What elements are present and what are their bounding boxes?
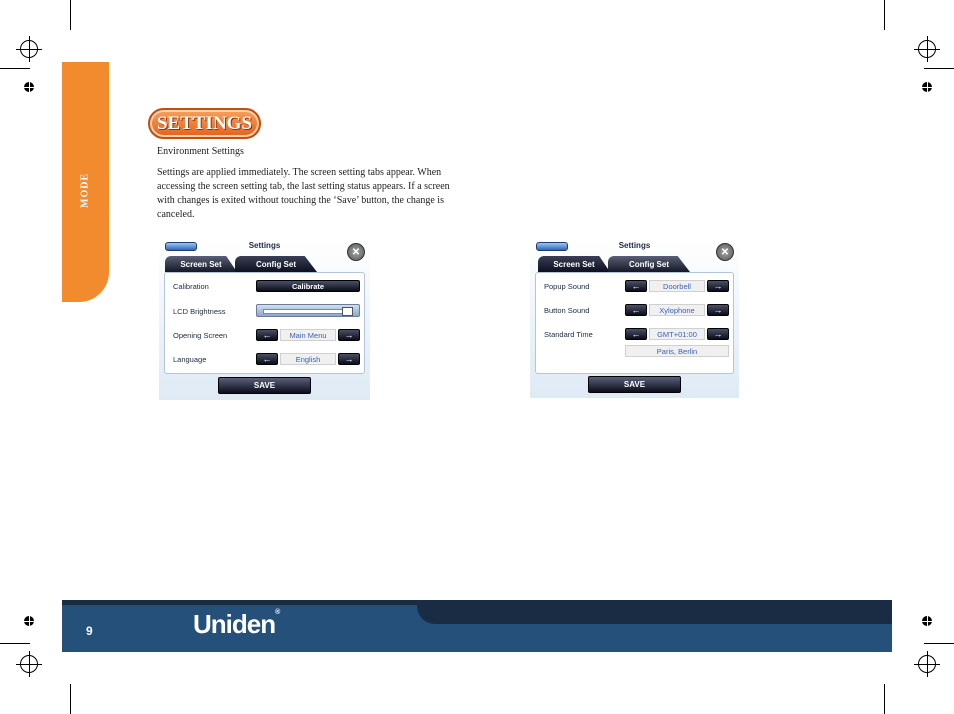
crop-mark <box>0 643 30 644</box>
footer-bar: 9 Uniden® <box>62 600 892 652</box>
crop-mark <box>0 68 30 69</box>
close-icon[interactable]: ✕ <box>347 243 365 261</box>
body-line: canceled. <box>157 209 195 220</box>
page-number: 9 <box>86 624 93 638</box>
uniden-logo: Uniden® <box>193 609 280 640</box>
registration-mark-icon <box>914 651 940 677</box>
arrow-right-icon[interactable]: → <box>338 353 360 365</box>
screen-title: Settings <box>248 241 281 250</box>
save-button[interactable]: SAVE <box>218 377 311 394</box>
crop-mark <box>924 643 954 644</box>
popup-sound-value: Doorbell <box>649 280 705 292</box>
registration-dot-icon <box>922 616 932 626</box>
arrow-left-icon[interactable]: ← <box>256 329 278 341</box>
opening-screen-label: Opening Screen <box>173 331 228 340</box>
trademark-symbol: ® <box>275 609 281 616</box>
tab-config-set[interactable]: Config Set <box>608 256 690 272</box>
crop-mark <box>924 68 954 69</box>
arrow-left-icon[interactable]: ← <box>625 304 647 316</box>
button-sound-label: Button Sound <box>544 306 590 315</box>
calibration-label: Calibration <box>173 282 209 291</box>
footer-accent <box>62 600 422 605</box>
body-line: with changes is exited without touching … <box>157 195 444 206</box>
slider-knob[interactable] <box>342 307 353 316</box>
screen-topbar: Settings <box>530 240 739 254</box>
screen-title: Settings <box>618 241 651 250</box>
arrow-right-icon[interactable]: → <box>707 328 729 340</box>
subheading: Environment Settings <box>157 146 244 157</box>
slider-track <box>263 309 345 314</box>
arrow-right-icon[interactable]: → <box>707 304 729 316</box>
registration-dot-icon <box>24 82 34 92</box>
registration-dot-icon <box>24 616 34 626</box>
popup-sound-label: Popup Sound <box>544 282 590 291</box>
lcd-brightness-label: LCD Brightness <box>173 307 226 316</box>
calibrate-button[interactable]: Calibrate <box>256 280 360 292</box>
tab-config-set[interactable]: Config Set <box>235 256 317 272</box>
button-sound-value: Xylophone <box>649 304 705 316</box>
crop-mark <box>70 684 71 714</box>
footer-accent <box>417 600 892 624</box>
crop-mark <box>70 0 71 30</box>
logo-text: Uniden <box>193 609 276 639</box>
close-icon[interactable]: ✕ <box>716 243 734 261</box>
arrow-right-icon[interactable]: → <box>707 280 729 292</box>
body-line: accessing the screen setting tab, the la… <box>157 181 450 192</box>
body-text: Settings are applied immediately. The sc… <box>157 166 477 222</box>
crop-mark <box>884 684 885 714</box>
registration-mark-icon <box>16 651 42 677</box>
side-tab-label: MODE <box>79 172 91 208</box>
registration-mark-icon <box>16 36 42 62</box>
standard-time-label: Standard Time <box>544 330 593 339</box>
registration-mark-icon <box>914 36 940 62</box>
config-set-screenshot: Settings ✕ Screen Set Config Set Popup S… <box>530 240 739 398</box>
brightness-slider[interactable] <box>256 304 360 317</box>
tab-screen-set[interactable]: Screen Set <box>165 256 237 272</box>
arrow-left-icon[interactable]: ← <box>256 353 278 365</box>
section-title-badge: SETTINGS <box>148 108 261 139</box>
language-label: Language <box>173 355 207 364</box>
arrow-left-icon[interactable]: ← <box>625 328 647 340</box>
tab-screen-set[interactable]: Screen Set <box>538 256 610 272</box>
crop-mark <box>884 0 885 30</box>
settings-panel: Popup Sound ← Doorbell → Button Sound ← … <box>535 272 734 374</box>
settings-panel: Calibration Calibrate LCD Brightness Ope… <box>164 272 365 374</box>
save-button[interactable]: SAVE <box>588 376 681 393</box>
opening-screen-value: Main Menu <box>280 329 336 341</box>
time-zone-city: Paris, Berlin <box>625 345 729 357</box>
arrow-right-icon[interactable]: → <box>338 329 360 341</box>
arrow-left-icon[interactable]: ← <box>625 280 647 292</box>
body-line: Settings are applied immediately. The sc… <box>157 167 442 178</box>
registration-dot-icon <box>922 82 932 92</box>
language-value: English <box>280 353 336 365</box>
screen-topbar: Settings <box>159 240 370 254</box>
screen-set-screenshot: Settings ✕ Screen Set Config Set Calibra… <box>159 240 370 400</box>
standard-time-value: GMT+01:00 <box>649 328 705 340</box>
